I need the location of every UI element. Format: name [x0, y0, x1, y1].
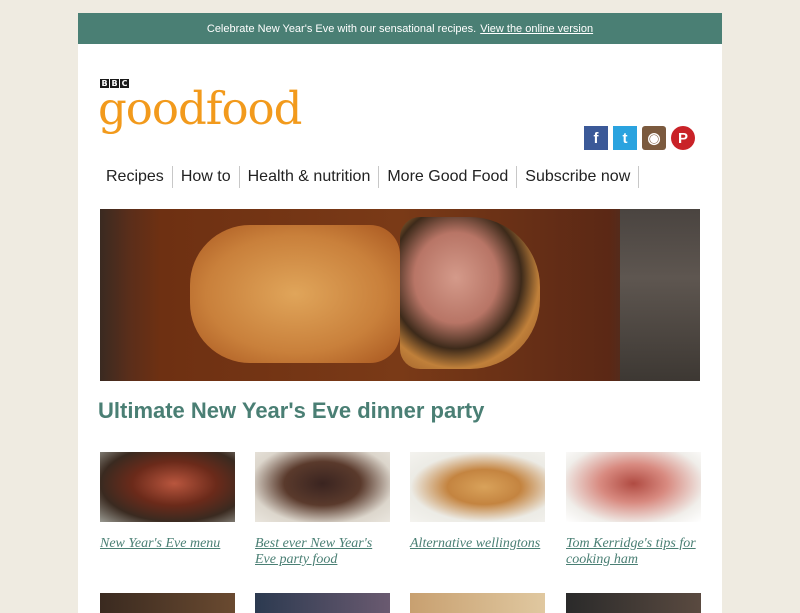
hero-pastry-shape [190, 225, 400, 363]
recipe-thumbnail[interactable] [100, 452, 235, 522]
recipe-link[interactable]: Alternative wellingtons [410, 536, 546, 552]
nav-subscribe-now[interactable]: Subscribe now [517, 166, 640, 188]
recipe-thumbnail[interactable] [255, 452, 390, 522]
recipe-link[interactable]: Best ever New Year's Eve party food [255, 536, 391, 568]
view-online-link[interactable]: View the online version [480, 23, 593, 35]
banner-text: Celebrate New Year's Eve with our sensat… [206, 22, 477, 35]
hero-board-shape [620, 209, 700, 381]
twitter-icon[interactable]: t [613, 126, 637, 150]
nav-health-nutrition[interactable]: Health & nutrition [240, 166, 380, 188]
top-banner: Celebrate New Year's Eve with our sensat… [78, 13, 722, 44]
nav-more-good-food[interactable]: More Good Food [379, 166, 518, 188]
goodfood-logo[interactable]: B B C goodfood [98, 79, 302, 135]
recipe-thumbnail[interactable] [410, 593, 545, 613]
recipe-link[interactable]: Tom Kerridge's tips for cooking ham [566, 536, 702, 568]
nav-how-to[interactable]: How to [173, 166, 240, 188]
recipe-thumbnail[interactable] [566, 452, 701, 522]
hero-image[interactable] [100, 209, 700, 381]
facebook-icon[interactable]: f [584, 126, 608, 150]
recipe-link[interactable]: New Year's Eve menu [100, 536, 236, 552]
recipe-card[interactable] [255, 593, 391, 613]
recipe-card[interactable]: New Year's Eve menu [100, 452, 236, 552]
nav-recipes[interactable]: Recipes [100, 166, 173, 188]
social-links: f t ◉ P [584, 126, 695, 150]
recipe-thumbnail[interactable] [410, 452, 545, 522]
recipe-card[interactable]: Tom Kerridge's tips for cooking ham [566, 452, 702, 568]
recipe-card[interactable] [410, 593, 546, 613]
main-nav: Recipes How to Health & nutrition More G… [100, 165, 640, 189]
recipe-card[interactable]: Alternative wellingtons [410, 452, 546, 552]
page-headline: Ultimate New Year's Eve dinner party [98, 398, 485, 423]
recipe-thumbnail[interactable] [255, 593, 390, 613]
goodfood-wordmark: goodfood [98, 82, 302, 135]
hero-sliced-shape [400, 217, 540, 369]
pinterest-icon[interactable]: P [671, 126, 695, 150]
recipe-thumbnail[interactable] [100, 593, 235, 613]
instagram-icon[interactable]: ◉ [642, 126, 666, 150]
recipe-card[interactable] [566, 593, 702, 613]
recipe-card[interactable]: Best ever New Year's Eve party food [255, 452, 391, 568]
recipe-card[interactable] [100, 593, 236, 613]
recipe-thumbnail[interactable] [566, 593, 701, 613]
email-container: Celebrate New Year's Eve with our sensat… [78, 13, 722, 613]
